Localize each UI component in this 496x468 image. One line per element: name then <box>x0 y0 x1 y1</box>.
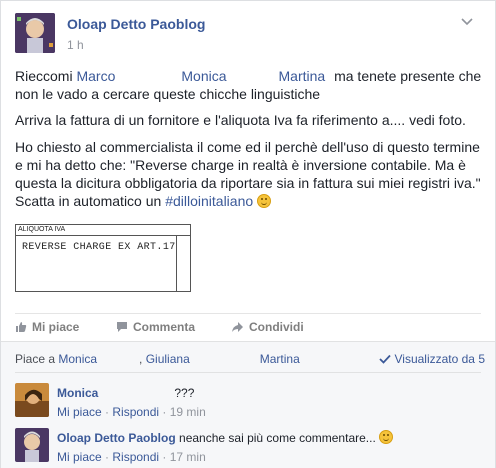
likes-prefix: Piace a <box>15 352 59 366</box>
post-header: Oloap Detto Paoblog 1 h <box>15 13 475 59</box>
commenter-name[interactable]: Oloap Detto Paoblog <box>57 431 176 445</box>
like-button[interactable]: Mi piace <box>15 320 79 334</box>
post-timestamp[interactable]: 1 h <box>67 38 84 52</box>
seen-by[interactable]: Visualizzato da 5 <box>379 352 485 366</box>
likes-summary: Piace a Monica, Giuliana Martina Visualiz… <box>15 352 485 366</box>
tag-marco[interactable]: Marco <box>76 68 115 84</box>
comment-text: ??? <box>174 386 195 400</box>
commenter-avatar[interactable] <box>15 383 49 417</box>
photo-text: REVERSE CHARGE EX ART.17 <box>22 242 176 253</box>
liker-monica[interactable]: Monica <box>58 352 97 366</box>
author-name[interactable]: Oloap Detto Paoblog <box>67 16 205 32</box>
author-avatar[interactable] <box>15 13 55 53</box>
post-actions: Mi piace Commenta Condividi <box>15 313 481 338</box>
smile-emoji-icon <box>257 194 272 208</box>
share-label: Condividi <box>249 320 304 334</box>
hashtag-link[interactable]: #dilloinitaliano <box>165 193 253 209</box>
post-paragraph-1: Rieccomi Marco Monica Martina ma tenete pr… <box>15 67 485 103</box>
share-arrow-icon <box>231 320 244 334</box>
checkmark-icon <box>379 354 392 364</box>
divider <box>15 372 481 373</box>
post-photo[interactable]: ALIQUOTA IVA REVERSE CHARGE EX ART.17 <box>15 224 191 292</box>
photo-header-text: ALIQUOTA IVA <box>18 226 66 233</box>
comment-time[interactable]: 19 min <box>170 405 206 419</box>
post-body: Rieccomi Marco Monica Martina ma tenete pr… <box>15 67 485 218</box>
liker-giuliana[interactable]: Giuliana <box>146 352 190 366</box>
comment-button[interactable]: Commenta <box>116 320 195 334</box>
chevron-down-icon[interactable] <box>461 15 475 26</box>
post-paragraph-3: Ho chiesto al commercialista il come ed … <box>15 138 485 210</box>
commenter-name[interactable]: Monica <box>57 386 98 400</box>
commenter-avatar[interactable] <box>15 428 49 462</box>
comment-like-link[interactable]: Mi piace <box>57 450 102 464</box>
thumbs-up-icon <box>15 320 27 334</box>
comment-text: neanche sai più come commentare... <box>179 431 376 445</box>
comment-time[interactable]: 17 min <box>170 450 206 464</box>
comment-reply-link[interactable]: Rispondi <box>112 405 159 419</box>
comments-section: Piace a Monica, Giuliana Martina Visualiz… <box>1 341 495 468</box>
comment-meta: Mi piace · Rispondi · 19 min <box>57 405 206 419</box>
post-text-prefix: Rieccomi <box>15 68 77 84</box>
share-button[interactable]: Condividi <box>231 320 304 334</box>
tag-martina[interactable]: Martina <box>279 68 326 84</box>
smile-emoji-icon <box>379 430 394 444</box>
liker-martina[interactable]: Martina <box>260 352 300 366</box>
comment-reply-link[interactable]: Rispondi <box>112 450 159 464</box>
tag-monica[interactable]: Monica <box>181 68 226 84</box>
post-card: Oloap Detto Paoblog 1 h Rieccomi Marco Mo… <box>0 0 496 468</box>
comment-body: Monica??? <box>57 385 477 401</box>
comment-icon <box>116 320 128 334</box>
comment-like-link[interactable]: Mi piace <box>57 405 102 419</box>
comment-label: Commenta <box>133 320 196 334</box>
seen-by-label: Visualizzato da 5 <box>394 352 485 366</box>
post-paragraph-2: Arriva la fattura di un fornitore e l'al… <box>15 112 466 128</box>
like-label: Mi piace <box>32 320 80 334</box>
comment-body: Oloap Detto Paoblog neanche sai più come… <box>57 430 477 446</box>
comment-meta: Mi piace · Rispondi · 17 min <box>57 450 206 464</box>
